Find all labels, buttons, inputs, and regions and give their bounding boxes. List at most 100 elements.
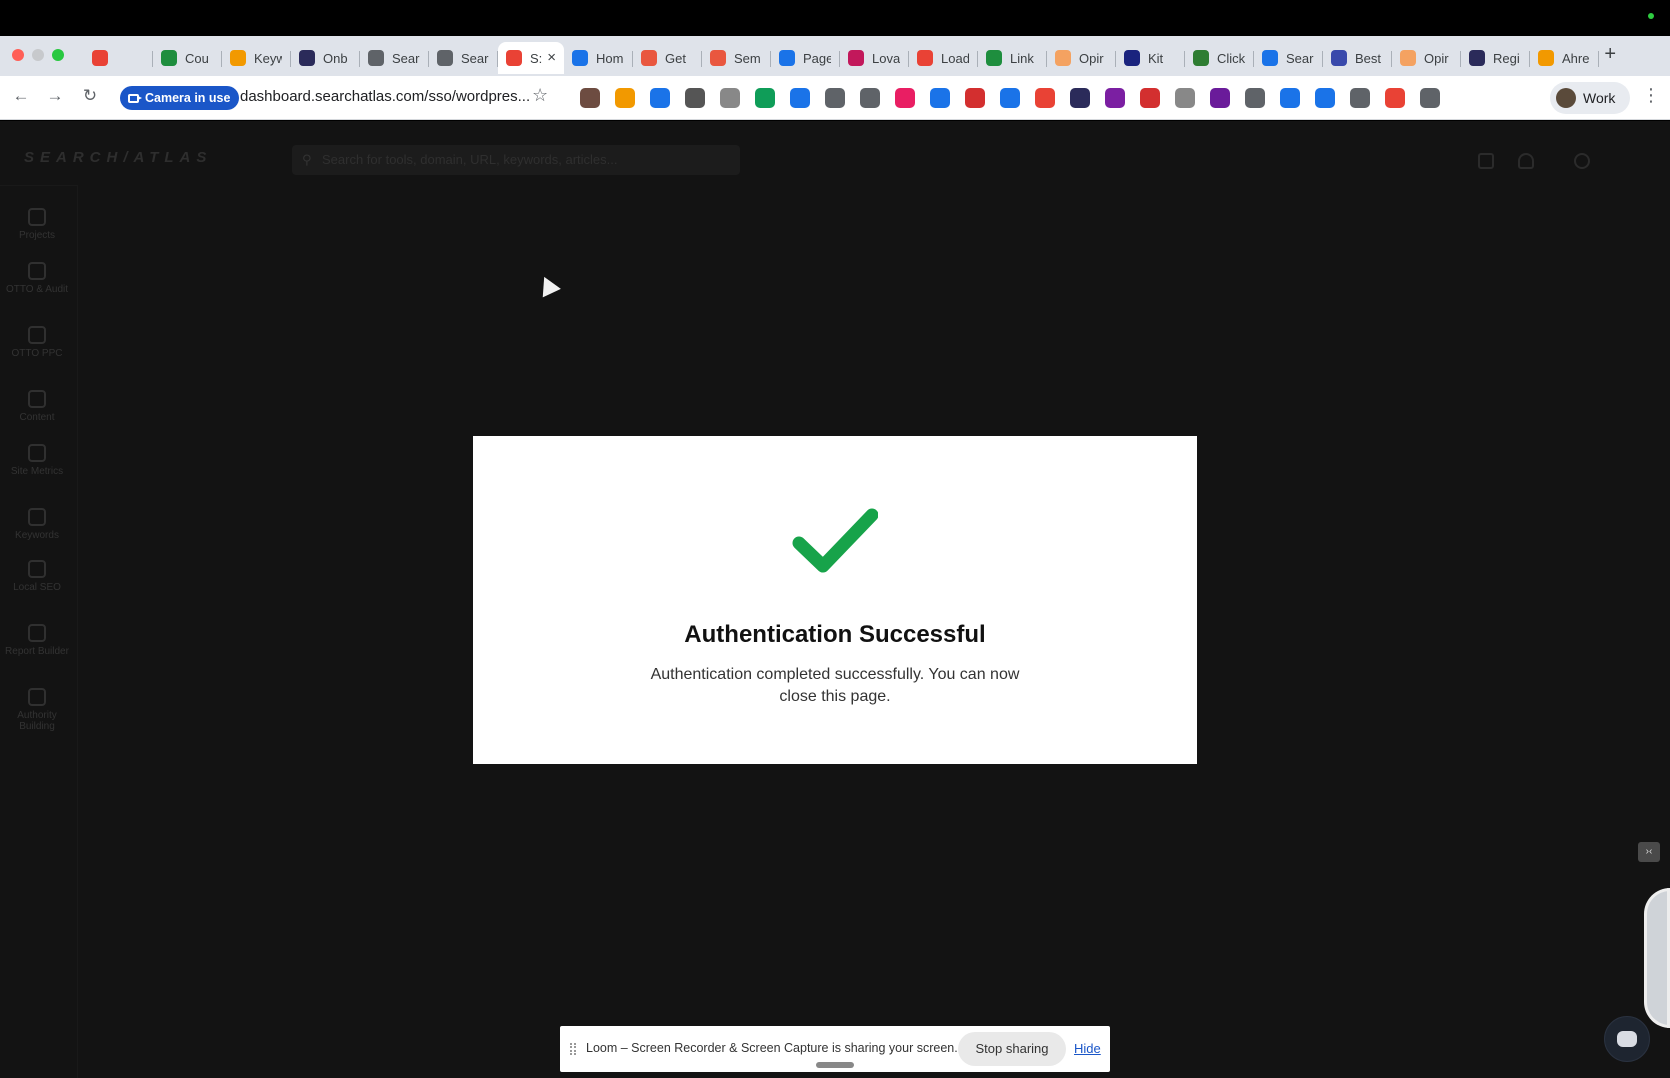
loom-sharing-bar: Loom – Screen Recorder & Screen Capture …	[560, 1026, 1110, 1072]
browser-toolbar: ← → ↻ Camera in use dashboard.searchatla…	[0, 76, 1670, 120]
extension-icon[interactable]	[580, 88, 600, 108]
window-maximize-button[interactable]	[52, 49, 64, 61]
tab-favicon-icon	[161, 50, 177, 66]
address-bar[interactable]: dashboard.searchatlas.com/sso/wordpres..…	[240, 88, 530, 105]
chat-support-button[interactable]	[1604, 1016, 1650, 1062]
browser-tab[interactable]: Click	[1185, 42, 1254, 74]
apps-grid-icon[interactable]	[1478, 153, 1494, 169]
browser-menu-icon[interactable]: ⋮	[1642, 85, 1660, 106]
browser-tab[interactable]: Opir	[1047, 42, 1116, 74]
browser-tab[interactable]: Load	[909, 42, 978, 74]
back-arrow-icon[interactable]: ←	[9, 86, 33, 106]
extension-icon[interactable]	[1385, 88, 1405, 108]
search-placeholder: Search for tools, domain, URL, keywords,…	[322, 152, 618, 167]
sidebar-item[interactable]: Projects	[0, 208, 74, 241]
extension-icon[interactable]	[615, 88, 635, 108]
extension-icon[interactable]	[755, 88, 775, 108]
extension-icon[interactable]	[1140, 88, 1160, 108]
chat-bot-icon	[1617, 1031, 1637, 1047]
sidebar-item[interactable]: Content	[0, 390, 74, 423]
extension-icon[interactable]	[965, 88, 985, 108]
sidebar-item-icon	[28, 390, 46, 408]
bookmark-star-icon[interactable]: ☆	[532, 85, 548, 106]
tab-favicon-icon	[368, 50, 384, 66]
extension-icon[interactable]	[650, 88, 670, 108]
search-input[interactable]: ⚲ Search for tools, domain, URL, keyword…	[292, 145, 740, 175]
new-tab-button[interactable]: +	[1604, 43, 1616, 66]
extension-icon[interactable]	[790, 88, 810, 108]
extension-icon[interactable]	[860, 88, 880, 108]
extension-icon[interactable]	[895, 88, 915, 108]
sidebar-item[interactable]: Authority Building	[0, 688, 74, 732]
profile-label: Work	[1583, 90, 1616, 106]
browser-tab[interactable]: Cou	[153, 42, 222, 74]
browser-tab[interactable]: Best	[1323, 42, 1392, 74]
drag-handle-icon[interactable]	[570, 1043, 576, 1055]
browser-tab[interactable]: Sear	[429, 42, 498, 74]
camera-in-use-indicator[interactable]: Camera in use	[120, 86, 240, 110]
sidebar: Projects OTTO & Audit OTTO PPC Content Site …	[0, 185, 78, 1078]
tab-favicon-icon	[1469, 50, 1485, 66]
tab-label: Sear	[392, 50, 420, 66]
bell-icon[interactable]	[1518, 153, 1534, 169]
browser-tab[interactable]: Page	[771, 42, 840, 74]
tab-label: Cou	[185, 50, 209, 66]
extension-icon[interactable]	[1035, 88, 1055, 108]
browser-tab[interactable]: Sear	[360, 42, 429, 74]
collapse-widget-icon[interactable]: ›‹	[1638, 842, 1660, 862]
reload-icon[interactable]: ↻	[78, 86, 102, 106]
tab-label: Click	[1217, 50, 1245, 66]
camera-icon	[128, 93, 142, 103]
browser-tab[interactable]: Sear	[1254, 42, 1323, 74]
browser-tab[interactable]: Hom	[564, 42, 633, 74]
browser-tab[interactable]: Regi	[1461, 42, 1530, 74]
tab-favicon-icon	[1331, 50, 1347, 66]
extension-icon[interactable]	[1070, 88, 1090, 108]
hide-link[interactable]: Hide	[1074, 1041, 1101, 1056]
extension-icon[interactable]	[1350, 88, 1370, 108]
extension-icon[interactable]	[1210, 88, 1230, 108]
browser-tab[interactable]: Onb	[291, 42, 360, 74]
sidebar-item-label: OTTO PPC	[11, 348, 63, 359]
tab-label: Best	[1355, 50, 1382, 66]
tab-favicon-icon	[1193, 50, 1209, 66]
forward-arrow-icon[interactable]: →	[43, 86, 67, 106]
sidebar-item[interactable]: Site Metrics	[0, 444, 74, 477]
extension-icon[interactable]	[825, 88, 845, 108]
sidebar-item[interactable]: OTTO PPC	[0, 326, 74, 359]
extension-icon[interactable]	[1000, 88, 1020, 108]
extension-icon[interactable]	[1175, 88, 1195, 108]
browser-tab[interactable]: Lova	[840, 42, 909, 74]
extension-icon[interactable]	[1245, 88, 1265, 108]
browser-tab[interactable]: Get	[633, 42, 702, 74]
extension-icon[interactable]	[685, 88, 705, 108]
extension-icon[interactable]	[720, 88, 740, 108]
browser-tab[interactable]: Kit	[1116, 42, 1185, 74]
sidebar-item[interactable]: Report Builder	[0, 624, 74, 657]
browser-tab[interactable]: Keyw	[222, 42, 291, 74]
window-close-button[interactable]	[12, 49, 24, 61]
window-minimize-button[interactable]	[32, 49, 44, 61]
extension-icon[interactable]	[1105, 88, 1125, 108]
browser-tab[interactable]: Opir	[1392, 42, 1461, 74]
browser-tab[interactable]: Sem	[702, 42, 771, 74]
extension-icon[interactable]	[1280, 88, 1300, 108]
user-icon[interactable]	[1574, 153, 1590, 169]
sidebar-item-icon	[28, 560, 46, 578]
extension-icon[interactable]	[1315, 88, 1335, 108]
sidebar-item[interactable]: Local SEO	[0, 560, 74, 593]
stop-sharing-button[interactable]: Stop sharing	[958, 1032, 1066, 1066]
tab-close-icon[interactable]: ×	[547, 49, 556, 66]
loom-drag-bar[interactable]	[816, 1062, 854, 1068]
sidebar-item[interactable]: OTTO & Audit	[0, 262, 74, 295]
browser-tab[interactable]: Link	[978, 42, 1047, 74]
sidebar-item[interactable]: Keywords	[0, 508, 74, 541]
extension-icon[interactable]	[1420, 88, 1440, 108]
tab-favicon-icon	[506, 50, 522, 66]
extension-icon[interactable]	[930, 88, 950, 108]
browser-tab[interactable]: Ahre	[1530, 42, 1599, 74]
browser-tab[interactable]	[84, 42, 153, 74]
logo[interactable]: SEARCH/ATLAS	[24, 149, 212, 166]
browser-tab[interactable]: S: ×	[498, 42, 564, 74]
profile-button[interactable]: Work	[1550, 82, 1630, 114]
